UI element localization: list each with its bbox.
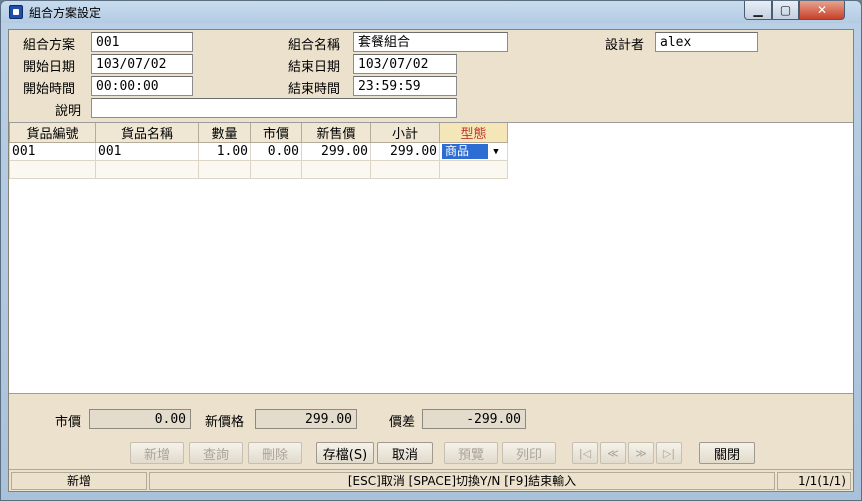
designer-field[interactable]: alex bbox=[655, 32, 758, 52]
col-header-qty[interactable]: 數量 bbox=[198, 123, 251, 143]
status-mode: 新增 bbox=[11, 472, 147, 490]
minimize-icon: ▁ bbox=[753, 3, 763, 17]
total-market-label: 市價 bbox=[55, 415, 82, 430]
grid-header: 貨品編號 貨品名稱 數量 市價 新售價 小計 型態 bbox=[9, 123, 508, 143]
last-record-button[interactable]: ▷| bbox=[656, 442, 682, 464]
empty-cell[interactable] bbox=[9, 160, 96, 179]
chevron-down-icon[interactable]: ▼ bbox=[488, 144, 504, 159]
empty-cell[interactable] bbox=[439, 160, 508, 179]
total-diff-label: 價差 bbox=[389, 415, 416, 430]
table-row-empty[interactable] bbox=[9, 160, 508, 179]
app-icon bbox=[9, 5, 23, 19]
cell-code[interactable]: 001 bbox=[9, 142, 96, 161]
cell-market[interactable]: 0.00 bbox=[250, 142, 302, 161]
preview-button[interactable]: 預覽 bbox=[444, 442, 498, 464]
start-time-label: 開始時間 bbox=[23, 82, 76, 97]
end-date-field[interactable]: 103/07/02 bbox=[353, 54, 457, 74]
start-time-field[interactable]: 00:00:00 bbox=[91, 76, 193, 96]
empty-cell[interactable] bbox=[198, 160, 251, 179]
desc-field[interactable] bbox=[91, 98, 457, 118]
first-record-button[interactable]: |◁ bbox=[572, 442, 598, 464]
name-label: 組合名稱 bbox=[288, 38, 341, 53]
col-header-subtotal[interactable]: 小計 bbox=[370, 123, 440, 143]
query-button[interactable]: 查詢 bbox=[189, 442, 243, 464]
col-header-code[interactable]: 貨品編號 bbox=[9, 123, 96, 143]
designer-label: 設計者 bbox=[605, 38, 645, 53]
status-bar: 新增 [ESC]取消 [SPACE]切換Y/N [F9]結束輸入 1/1(1/1… bbox=[9, 469, 853, 491]
col-header-name[interactable]: 貨品名稱 bbox=[95, 123, 199, 143]
maximize-icon: ▢ bbox=[779, 3, 792, 17]
plan-field[interactable]: 001 bbox=[91, 32, 193, 52]
minimize-button[interactable]: ▁ bbox=[744, 1, 772, 20]
next-record-button[interactable]: ≫ bbox=[628, 442, 654, 464]
close-button[interactable]: ✕ bbox=[799, 1, 845, 20]
empty-cell[interactable] bbox=[301, 160, 371, 179]
status-hint: [ESC]取消 [SPACE]切換Y/N [F9]結束輸入 bbox=[149, 472, 775, 490]
save-button[interactable]: 存檔(S) bbox=[316, 442, 374, 464]
client-area: 組合方案 001 組合名稱 套餐組合 設計者 alex 開始日期 103/07/… bbox=[8, 29, 854, 492]
name-field[interactable]: 套餐組合 bbox=[353, 32, 508, 52]
title-bar[interactable]: 組合方案設定 ▁ ▢ ✕ bbox=[1, 1, 861, 23]
close-form-button[interactable]: 關閉 bbox=[699, 442, 755, 464]
cell-name[interactable]: 001 bbox=[95, 142, 199, 161]
maximize-button[interactable]: ▢ bbox=[772, 1, 799, 20]
total-new-price-field: 299.00 bbox=[255, 409, 357, 429]
start-date-field[interactable]: 103/07/02 bbox=[91, 54, 193, 74]
total-diff-field: -299.00 bbox=[422, 409, 526, 429]
empty-cell[interactable] bbox=[370, 160, 440, 179]
cell-subtotal[interactable]: 299.00 bbox=[370, 142, 440, 161]
items-grid[interactable]: 貨品編號 貨品名稱 數量 市價 新售價 小計 型態 001 001 1.00 0… bbox=[9, 122, 853, 394]
empty-cell[interactable] bbox=[95, 160, 199, 179]
window: 組合方案設定 ▁ ▢ ✕ 組合方案 001 組合名稱 套餐組合 設計者 alex… bbox=[0, 0, 862, 501]
col-header-new-price[interactable]: 新售價 bbox=[301, 123, 371, 143]
end-time-field[interactable]: 23:59:59 bbox=[353, 76, 457, 96]
empty-cell[interactable] bbox=[250, 160, 302, 179]
plan-label: 組合方案 bbox=[23, 38, 76, 53]
window-title: 組合方案設定 bbox=[29, 6, 102, 20]
desc-label: 說明 bbox=[55, 104, 82, 119]
end-time-label: 結束時間 bbox=[288, 82, 341, 97]
delete-button[interactable]: 刪除 bbox=[248, 442, 302, 464]
col-header-type[interactable]: 型態 bbox=[439, 123, 508, 143]
close-icon: ✕ bbox=[816, 3, 828, 17]
start-date-label: 開始日期 bbox=[23, 60, 76, 75]
type-dropdown-value: 商品 bbox=[442, 144, 488, 159]
add-button[interactable]: 新增 bbox=[130, 442, 184, 464]
total-market-field: 0.00 bbox=[89, 409, 191, 429]
type-dropdown[interactable]: 商品 ▼ bbox=[442, 144, 504, 159]
cancel-button[interactable]: 取消 bbox=[377, 442, 433, 464]
cell-qty[interactable]: 1.00 bbox=[198, 142, 251, 161]
prev-record-button[interactable]: ≪ bbox=[600, 442, 626, 464]
total-new-price-label: 新價格 bbox=[205, 415, 245, 430]
table-row[interactable]: 001 001 1.00 0.00 299.00 299.00 商品 ▼ bbox=[9, 142, 508, 161]
print-button[interactable]: 列印 bbox=[502, 442, 556, 464]
col-header-market[interactable]: 市價 bbox=[250, 123, 302, 143]
cell-new-price[interactable]: 299.00 bbox=[301, 142, 371, 161]
end-date-label: 結束日期 bbox=[288, 60, 341, 75]
cell-type[interactable]: 商品 ▼ bbox=[439, 142, 508, 161]
status-page: 1/1(1/1) bbox=[777, 472, 851, 490]
